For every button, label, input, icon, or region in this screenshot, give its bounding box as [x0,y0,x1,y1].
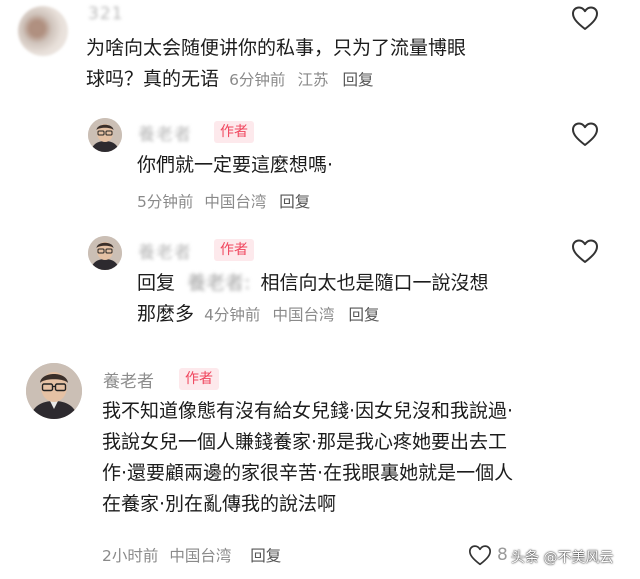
comment-time: 5分钟前 [137,193,194,211]
comment-text-line: 我說女兒一個人賺錢養家·那是我心疼她要出去工 [102,431,508,453]
comment-text: 我不知道像態有沒有給女兒錢·因女兒沒和我說過· 我說女兒一個人賺錢養家·那是我心… [102,396,612,520]
heart-outline-icon[interactable] [571,238,599,264]
reply-button[interactable]: 回复 [349,306,380,324]
comment-time: 2小时前 [102,547,159,565]
author-avatar[interactable] [88,236,122,270]
comment-text-line: 作·還要顧兩邊的家很辛苦·在我眼裏她就是一個人 [102,462,514,484]
author-avatar[interactable] [88,118,122,152]
heart-outline-icon[interactable] [468,544,492,566]
heart-outline-icon[interactable] [571,5,599,31]
comment-meta: 2小时前 中国台湾 回复 [102,544,281,566]
comment-text-fragment: 球吗？真的无语 [86,68,220,90]
comment-username: 養老者 [103,372,154,392]
comment-location: 中国台湾 [204,193,267,211]
reply-button[interactable]: 回复 [250,547,281,565]
comment-text-line: 我不知道像態有沒有給女兒錢·因女兒沒和我說過· [102,400,514,422]
comment-text: 你們就一定要這麼想嗎· [137,154,334,176]
comment-location: 中国台湾 [169,547,232,565]
comment-text: 为啥向太会随便讲你的私事，只为了流量博眼 球吗？真的无语 6分钟前 江苏 回复 [86,33,556,96]
comment-time: 4分钟前 [204,306,261,324]
author-badge: 作者 [214,121,254,143]
avatar[interactable] [18,6,68,56]
reply-button[interactable]: 回复 [343,71,374,89]
comment-username: 養老者 [138,243,192,263]
comment-text-line: 在養家·別在亂傳我的說法啊 [102,493,337,515]
heart-outline-icon[interactable] [571,121,599,147]
reply-button[interactable]: 回复 [279,193,310,211]
comment-username: 321 [88,4,124,24]
comment-meta: 5分钟前 中国台湾 回复 [137,190,310,212]
comment-username: 養老者 [138,125,192,145]
reply-target[interactable]: 養老者: [187,272,250,294]
comment-text-line: 回复 養老者: 相信向太也是隨口一說沒想 [137,268,557,299]
comment-text-line: 球吗？真的无语 6分钟前 江苏 回复 [86,64,556,96]
comment-location: 江苏 [297,71,329,89]
author-badge: 作者 [179,368,219,390]
comment-text-fragment: 那麼多 [137,303,195,325]
watermark: 头条 @不美风云 [511,550,614,566]
reply-prefix: 回复 [137,272,176,294]
comment-text-line: 为啥向太会随便讲你的私事，只为了流量博眼 [86,37,467,59]
comment-text-line: 那麼多 4分钟前 中国台湾 回复 [137,299,557,331]
comment-location: 中国台湾 [272,306,335,324]
comment-text: 回复 養老者: 相信向太也是隨口一說沒想 那麼多 4分钟前 中国台湾 回复 [137,268,557,331]
comment-time: 6分钟前 [229,71,286,89]
author-badge: 作者 [214,239,254,261]
comment-text-fragment: 相信向太也是隨口一說沒想 [260,272,489,294]
author-avatar[interactable] [26,363,82,419]
like-count: 8 [497,545,508,565]
